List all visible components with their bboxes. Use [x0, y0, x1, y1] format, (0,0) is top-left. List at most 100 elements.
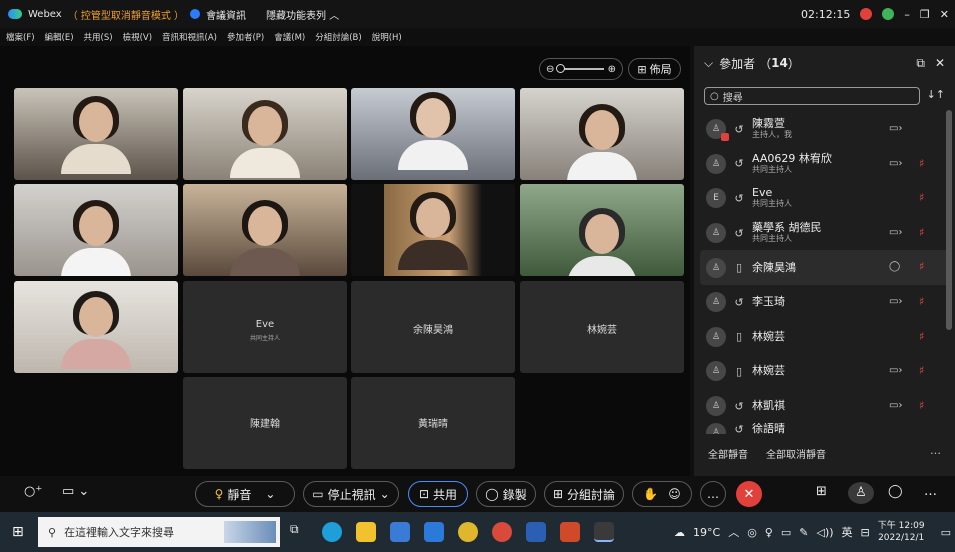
- participant-tile[interactable]: 余陳昊鴻: [351, 281, 515, 373]
- mail-icon[interactable]: [424, 522, 444, 542]
- menu-file[interactable]: 檔案(F): [6, 31, 35, 43]
- notification-icon[interactable]: ▭: [941, 526, 951, 539]
- leave-meeting-button[interactable]: ✕: [736, 481, 762, 507]
- file-explorer-icon[interactable]: [356, 522, 376, 542]
- layout-button[interactable]: ⊞ 佈局: [628, 58, 681, 80]
- participant-row[interactable]: ♙ ↺ AA0629 林宥欣 共同主持人 ▭› ♯: [694, 147, 955, 182]
- store-icon[interactable]: [390, 522, 410, 542]
- chat-icon[interactable]: ◯: [889, 261, 900, 272]
- more-panels-icon[interactable]: …: [924, 484, 937, 499]
- participant-search-input[interactable]: ○ 搜尋: [704, 87, 920, 105]
- taskbar-clock[interactable]: 下午 12:09 2022/12/1: [878, 520, 925, 544]
- participant-row[interactable]: ♙ ▯ 林婉芸 ▭› ♯: [694, 354, 955, 389]
- muted-mic-icon[interactable]: ♯: [919, 226, 924, 239]
- menu-participants[interactable]: 參加者(P): [227, 31, 264, 43]
- menu-help[interactable]: 說明(H): [372, 31, 402, 43]
- participant-row[interactable]: E ↺ Eve 共同主持人 ♯: [694, 181, 955, 216]
- video-tile[interactable]: [351, 184, 515, 276]
- menu-edit[interactable]: 編輯(E): [45, 31, 74, 43]
- participants-toggle-icon[interactable]: ♙: [848, 482, 874, 504]
- zoom-out-icon[interactable]: ⊖: [546, 64, 554, 75]
- muted-mic-icon[interactable]: ♯: [919, 364, 924, 377]
- ime-mode-icon[interactable]: ⊟: [861, 526, 870, 539]
- task-view-icon[interactable]: ⧉: [290, 522, 310, 542]
- windows-start-icon[interactable]: ⊞: [12, 524, 24, 540]
- menu-view[interactable]: 檢視(V): [123, 31, 152, 43]
- muted-mic-icon[interactable]: ♯: [919, 399, 924, 412]
- video-tile[interactable]: [14, 184, 178, 276]
- video-tile[interactable]: [520, 184, 684, 276]
- emoji-icon[interactable]: ☺: [668, 487, 681, 501]
- chrome-alt-icon[interactable]: [492, 522, 512, 542]
- muted-mic-icon[interactable]: ♯: [919, 157, 924, 170]
- participant-tile[interactable]: 林婉芸: [520, 281, 684, 373]
- video-tile[interactable]: [14, 281, 178, 373]
- video-tile[interactable]: [14, 88, 178, 180]
- menu-share[interactable]: 共用(S): [84, 31, 113, 43]
- zoom-in-icon[interactable]: ⊕: [608, 64, 616, 75]
- powerpoint-icon[interactable]: [560, 522, 580, 542]
- muted-mic-icon[interactable]: ♯: [919, 295, 924, 308]
- taskbar-search-input[interactable]: ⚲ 在這裡輸入文字來搜尋: [38, 517, 280, 547]
- video-tile[interactable]: [520, 88, 684, 180]
- popout-icon[interactable]: ⧉: [916, 56, 925, 71]
- user-status-icon[interactable]: [882, 8, 895, 20]
- ime-indicator[interactable]: 英: [842, 524, 853, 540]
- menu-meeting[interactable]: 會議(M): [274, 31, 305, 43]
- menu-breakout[interactable]: 分組討論(B): [315, 31, 361, 43]
- more-options-icon[interactable]: …: [930, 444, 941, 457]
- minimize-icon[interactable]: –: [904, 8, 910, 21]
- unmute-all-button[interactable]: 全部取消靜音: [766, 446, 826, 461]
- record-button[interactable]: ◯ 錄製: [476, 481, 536, 507]
- word-icon[interactable]: [526, 522, 546, 542]
- hide-menubar-button[interactable]: 隱藏功能表列 ︿: [266, 7, 339, 22]
- hand-icon[interactable]: ✋: [643, 487, 658, 501]
- video-tile[interactable]: [183, 88, 347, 180]
- volume-icon[interactable]: ◁)): [816, 526, 833, 539]
- panel-close-icon[interactable]: ✕: [935, 56, 945, 71]
- participant-tile[interactable]: 陳建翰: [183, 377, 347, 469]
- participant-tile-eve[interactable]: Eve 共同主持人: [183, 281, 347, 373]
- video-tile[interactable]: [351, 88, 515, 180]
- tray-app-icon[interactable]: ◎: [747, 526, 757, 539]
- zoom-knob[interactable]: [556, 64, 566, 73]
- video-tile[interactable]: [183, 184, 347, 276]
- chevron-down-icon[interactable]: ⌄: [265, 487, 275, 501]
- share-button[interactable]: ⊡ 共用: [408, 481, 468, 507]
- breakout-button[interactable]: ⊞ 分組討論: [544, 481, 624, 507]
- participant-row[interactable]: ♙ ↺ 藥學系 胡德民 共同主持人 ▭› ♯: [694, 216, 955, 251]
- chevron-down-icon[interactable]: ⌄: [380, 487, 390, 501]
- restore-icon[interactable]: ❐: [920, 8, 930, 21]
- captions-icon[interactable]: ▭ ⌄: [62, 484, 89, 499]
- muted-mic-icon[interactable]: ♯: [919, 260, 924, 273]
- participant-row[interactable]: ♙ ↺ 李玉琦 ▭› ♯: [694, 285, 955, 320]
- participant-row[interactable]: ♙ ↺ 徐語晴: [694, 423, 955, 434]
- mute-all-button[interactable]: 全部靜音: [708, 446, 748, 461]
- collapse-chevron-icon[interactable]: ⌵: [704, 56, 713, 71]
- muted-mic-icon[interactable]: ♯: [919, 330, 924, 343]
- webex-taskbar-icon[interactable]: [594, 522, 614, 542]
- meeting-info-button[interactable]: 會議資訊: [206, 7, 246, 22]
- participant-row[interactable]: ♙ ▯ 林婉芸 ♯: [694, 320, 955, 355]
- weather-temp[interactable]: 19°C: [693, 526, 720, 539]
- close-icon[interactable]: ✕: [940, 8, 949, 21]
- chat-panel-icon[interactable]: ◯: [888, 484, 903, 499]
- zoom-slider[interactable]: ⊖ ⊕: [539, 58, 623, 80]
- tray-overflow-icon[interactable]: ︿: [728, 524, 739, 540]
- sync-status-icon[interactable]: ○⁺: [24, 484, 42, 499]
- network-icon[interactable]: ▭: [781, 526, 791, 539]
- panel-scrollbar[interactable]: [946, 110, 952, 434]
- sort-icon[interactable]: ↓↑: [927, 88, 945, 101]
- apps-icon[interactable]: ⊞: [816, 484, 827, 499]
- chrome-icon[interactable]: [458, 522, 478, 542]
- participant-row[interactable]: ♙ ↺ 陳霧萱 主持人，我 ▭›: [694, 112, 955, 147]
- more-button[interactable]: …: [700, 481, 726, 507]
- participant-tile[interactable]: 黃瑞晴: [351, 377, 515, 469]
- participant-row-selected[interactable]: ♙ ▯ 余陳昊鴻 ◯ ♯: [700, 250, 949, 285]
- menu-audio-video[interactable]: 音訊和視訊(A): [162, 31, 217, 43]
- pen-icon[interactable]: ✎: [799, 526, 808, 539]
- microphone-tray-icon[interactable]: ♀: [765, 526, 773, 539]
- mute-button[interactable]: ♀ 靜音 ⌄: [195, 481, 295, 507]
- participant-row[interactable]: ♙ ↺ 林凱祺 ▭› ♯: [694, 389, 955, 424]
- muted-mic-icon[interactable]: ♯: [919, 191, 924, 204]
